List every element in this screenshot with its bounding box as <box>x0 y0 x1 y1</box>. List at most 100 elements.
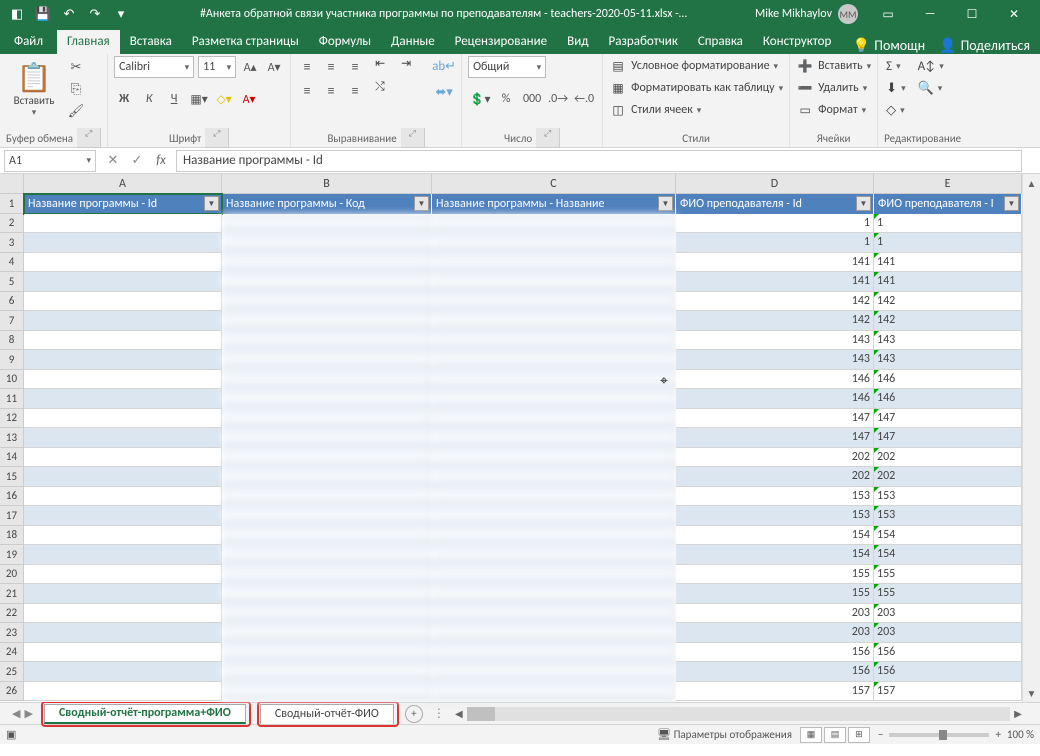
borders-icon[interactable]: ▦▾ <box>189 88 209 110</box>
cell[interactable] <box>24 428 222 448</box>
insert-cells-button[interactable]: ➕Вставить ▾ <box>796 56 871 76</box>
cell[interactable]: 1 <box>874 214 1022 234</box>
display-settings-button[interactable]: 🖥 Параметры отображения <box>657 728 792 741</box>
row-header[interactable]: 15 <box>0 467 24 487</box>
cell[interactable]: 142 <box>874 292 1022 312</box>
cell[interactable] <box>432 331 676 351</box>
cell[interactable]: 157 <box>676 682 874 702</box>
font-color-icon[interactable]: A▾ <box>239 88 259 110</box>
normal-view-icon[interactable]: ▦ <box>800 727 822 743</box>
italic-button[interactable]: К <box>139 88 159 110</box>
cell[interactable] <box>24 311 222 331</box>
cell[interactable]: 141 <box>676 253 874 273</box>
cell[interactable] <box>222 604 432 624</box>
column-header[interactable]: A <box>24 174 222 194</box>
cell[interactable] <box>24 467 222 487</box>
redo-icon[interactable]: ↷ <box>84 3 106 25</box>
cell[interactable] <box>24 253 222 273</box>
cell[interactable] <box>222 487 432 507</box>
format-as-table-button[interactable]: ▦Форматировать как таблицу ▾ <box>609 78 783 98</box>
cell[interactable]: 156 <box>874 643 1022 663</box>
row-header[interactable]: 7 <box>0 311 24 331</box>
row-header[interactable]: 26 <box>0 682 24 702</box>
cell[interactable] <box>432 253 676 273</box>
align-center-icon[interactable]: ≡ <box>321 80 341 100</box>
row-header[interactable]: 1 <box>0 194 24 214</box>
cell[interactable]: 1 <box>676 214 874 234</box>
sheet-nav-next-icon[interactable]: ▶ <box>24 707 32 720</box>
row-header[interactable]: 23 <box>0 623 24 643</box>
cell[interactable] <box>432 389 676 409</box>
page-layout-view-icon[interactable]: ▤ <box>824 727 846 743</box>
cell[interactable] <box>24 565 222 585</box>
cell[interactable] <box>222 350 432 370</box>
decrease-decimal-icon[interactable]: ←.0 <box>572 88 596 110</box>
row-header[interactable]: 22 <box>0 604 24 624</box>
cell[interactable]: 143 <box>676 350 874 370</box>
zoom-value[interactable]: 100 % <box>1007 728 1034 741</box>
increase-decimal-icon[interactable]: .0→ <box>546 88 570 110</box>
fx-icon[interactable]: fx <box>150 150 172 172</box>
cell[interactable] <box>24 526 222 546</box>
cell[interactable] <box>222 662 432 682</box>
cell[interactable] <box>24 350 222 370</box>
decrease-font-icon[interactable]: A▾ <box>264 56 284 78</box>
horizontal-scrollbar[interactable]: ⋮ ◀▶ <box>433 706 1026 721</box>
orientation-icon[interactable]: ⤭ <box>375 80 397 100</box>
cell[interactable] <box>24 506 222 526</box>
user-account[interactable]: Mike Mikhaylov MM <box>755 4 858 24</box>
cell[interactable] <box>24 331 222 351</box>
cell[interactable]: 147 <box>676 428 874 448</box>
cell[interactable]: 203 <box>874 623 1022 643</box>
cell[interactable] <box>432 233 676 253</box>
cell[interactable] <box>432 272 676 292</box>
row-header[interactable]: 4 <box>0 253 24 273</box>
cell[interactable]: 141 <box>676 272 874 292</box>
cell[interactable] <box>222 428 432 448</box>
cell[interactable] <box>222 233 432 253</box>
cell[interactable] <box>432 370 676 390</box>
row-header[interactable]: 17 <box>0 506 24 526</box>
conditional-formatting-button[interactable]: ▤Условное форматирование ▾ <box>609 56 783 76</box>
align-right-icon[interactable]: ≡ <box>345 80 365 100</box>
name-box[interactable]: A1▾ <box>4 150 96 172</box>
sheet-nav-prev-icon[interactable]: ◀ <box>12 707 20 720</box>
cell[interactable] <box>24 448 222 468</box>
column-header[interactable]: D <box>676 174 874 194</box>
cell[interactable]: 143 <box>874 331 1022 351</box>
tab-design[interactable]: Конструктор <box>753 30 841 54</box>
row-header[interactable]: 20 <box>0 565 24 585</box>
font-size-combo[interactable]: 11▾ <box>198 56 236 78</box>
filter-icon[interactable]: ▼ <box>856 196 871 211</box>
number-format-combo[interactable]: Общий▾ <box>468 56 546 78</box>
column-header[interactable]: C <box>432 174 676 194</box>
cell[interactable] <box>222 409 432 429</box>
cell[interactable]: 156 <box>676 662 874 682</box>
qat-more-icon[interactable]: ▾ <box>110 3 132 25</box>
row-header[interactable]: 16 <box>0 487 24 507</box>
cell[interactable] <box>24 682 222 702</box>
fill-color-icon[interactable]: ◇▾ <box>214 88 234 110</box>
autosave-icon[interactable]: ◧ <box>6 3 28 25</box>
record-macro-icon[interactable]: ▣ <box>6 728 16 741</box>
increase-font-icon[interactable]: A▴ <box>240 56 260 78</box>
column-header[interactable]: B <box>222 174 432 194</box>
format-painter-icon[interactable]: 🖌 <box>66 104 86 122</box>
scroll-up-icon[interactable]: ▲ <box>1023 174 1040 192</box>
table-header-cell[interactable]: ФИО преподавателя - I▼ <box>874 194 1022 214</box>
cell[interactable]: 202 <box>676 467 874 487</box>
cell[interactable] <box>24 623 222 643</box>
cell[interactable]: 154 <box>874 526 1022 546</box>
cell[interactable]: 142 <box>676 311 874 331</box>
cell[interactable] <box>222 545 432 565</box>
cell[interactable] <box>24 233 222 253</box>
cell[interactable]: 203 <box>676 623 874 643</box>
tell-me-icon[interactable]: 💡 Помощн <box>853 37 925 54</box>
cell[interactable] <box>432 467 676 487</box>
undo-icon[interactable]: ↶ <box>58 3 80 25</box>
row-header[interactable]: 12 <box>0 409 24 429</box>
paste-button[interactable]: 📋 Вставить ▾ <box>6 56 62 118</box>
spreadsheet-grid[interactable]: ABCDE 1Название программы - Id▼Название … <box>0 174 1040 702</box>
row-header[interactable]: 6 <box>0 292 24 312</box>
tab-help[interactable]: Справка <box>688 30 753 54</box>
